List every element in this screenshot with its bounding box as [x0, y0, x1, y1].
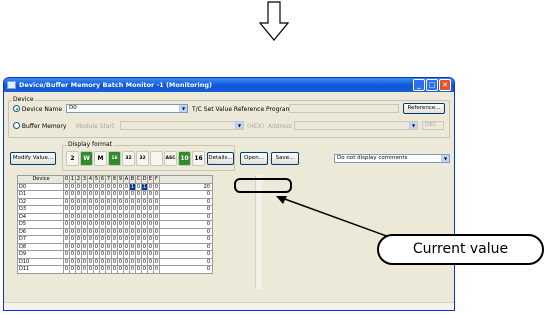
current-value-highlight	[234, 178, 292, 193]
buffer-memory-radio[interactable]	[13, 122, 20, 129]
current-value-cell[interactable]: 0	[159, 257, 213, 266]
app-icon	[7, 81, 16, 89]
device-name-input[interactable]: D0 ▼	[66, 104, 188, 113]
grid-header-cell: Device	[17, 175, 64, 184]
real-number-button[interactable]	[150, 151, 163, 166]
current-value-cell[interactable]: 0	[159, 242, 213, 251]
modify-value-button[interactable]: Modify Value...	[10, 152, 56, 165]
binary-format-button[interactable]: 2	[66, 151, 79, 166]
current-value-cell[interactable]: 0	[159, 265, 213, 274]
current-value-cell[interactable]: 0	[159, 212, 213, 221]
table-row[interactable]: D2 0 0 0 0 0 0 0 0 0 0 0 0 0 0 0 0 0	[17, 197, 213, 206]
multi-format-button[interactable]: M	[94, 151, 107, 166]
device-cell[interactable]: D9	[17, 250, 64, 259]
word-format-button[interactable]: W	[80, 151, 93, 166]
device-grid: Device 0 1 2 3 4 5 6 7 8 9 A B C D E F D0 0 0 0 0 0 0 0 0 0 0 0 1 0 1 0…	[17, 175, 213, 274]
buffer-memory-radio-label[interactable]: Buffer Memory	[13, 122, 66, 130]
grid-header-row: Device 0 1 2 3 4 5 6 7 8 9 A B C D E F	[17, 175, 213, 184]
device-cell[interactable]: D2	[17, 197, 64, 206]
hex-label: (HEX)	[247, 123, 265, 130]
table-row[interactable]: D10 0 0 0 0 0 0 0 0 0 0 0 0 0 0 0 0 0	[17, 257, 213, 266]
down-arrow-icon	[259, 1, 289, 41]
table-row[interactable]: D3 0 0 0 0 0 0 0 0 0 0 0 0 0 0 0 0 0	[17, 205, 213, 214]
device-cell[interactable]: D1	[17, 190, 64, 199]
title-bar[interactable]: Device/Buffer Memory Batch Monitor -1 (M…	[4, 78, 454, 92]
device-cell[interactable]: D3	[17, 205, 64, 214]
current-value-cell[interactable]: 0	[159, 205, 213, 214]
device-cell[interactable]: D8	[17, 242, 64, 251]
device-cell[interactable]: D5	[17, 220, 64, 229]
address-label: Address	[268, 123, 292, 130]
current-value-cell[interactable]: 0	[159, 190, 213, 199]
table-row[interactable]: D7 0 0 0 0 0 0 0 0 0 0 0 0 0 0 0 0 0	[17, 235, 213, 244]
comment-display-select[interactable]: Do not display comments ▼	[334, 154, 450, 163]
device-cell[interactable]: D6	[17, 227, 64, 236]
current-value-cell[interactable]: 0	[159, 227, 213, 236]
32bit-format-button[interactable]: 32	[122, 151, 135, 166]
address-format-select[interactable]: DEC	[422, 121, 444, 130]
current-value-cell[interactable]: 0	[159, 197, 213, 206]
device-cell[interactable]: D10	[17, 257, 64, 266]
window-title: Device/Buffer Memory Batch Monitor -1 (M…	[19, 81, 212, 89]
device-name-radio[interactable]	[13, 105, 20, 112]
ascii-format-button[interactable]: ASC	[164, 151, 177, 166]
chevron-down-icon[interactable]: ▼	[235, 122, 243, 129]
module-start-label: Module Start	[76, 123, 115, 130]
current-value-cell[interactable]: 0	[159, 250, 213, 259]
current-value-cell[interactable]: 0	[159, 220, 213, 229]
32bit-float-button[interactable]: 32	[136, 151, 149, 166]
tc-reference-input[interactable]	[289, 104, 399, 113]
chevron-down-icon[interactable]: ▼	[441, 155, 449, 162]
details-button[interactable]: Details...	[207, 152, 234, 165]
address-input[interactable]: ▼	[294, 121, 418, 130]
device-group-title: Device	[12, 96, 35, 103]
device-cell[interactable]: D4	[17, 212, 64, 221]
maximize-button[interactable]: □	[426, 79, 438, 91]
table-row[interactable]: D5 0 0 0 0 0 0 0 0 0 0 0 0 0 0 0 0 0	[17, 220, 213, 229]
table-row[interactable]: D1 0 0 0 0 0 0 0 0 0 0 0 0 0 0 0 0 0	[17, 190, 213, 199]
device-cell[interactable]: D0	[17, 182, 64, 191]
reference-button[interactable]: Reference...	[403, 103, 445, 114]
table-row[interactable]: D9 0 0 0 0 0 0 0 0 0 0 0 0 0 0 0 0 0	[17, 250, 213, 259]
decimal-format-button[interactable]: 10	[178, 151, 191, 166]
device-cell[interactable]: D11	[17, 265, 64, 274]
hex-format-button[interactable]: 16	[192, 151, 205, 166]
module-start-input[interactable]: ▼	[120, 121, 244, 130]
table-row[interactable]: D8 0 0 0 0 0 0 0 0 0 0 0 0 0 0 0 0 0	[17, 242, 213, 251]
minimize-button[interactable]: _	[413, 79, 425, 91]
current-value-cell[interactable]: 0	[159, 235, 213, 244]
open-button[interactable]: Open...	[240, 152, 268, 165]
chevron-down-icon[interactable]: ▼	[409, 122, 417, 129]
device-name-radio-label[interactable]: Device Name	[13, 105, 62, 113]
table-row[interactable]: D6 0 0 0 0 0 0 0 0 0 0 0 0 0 0 0 0 0	[17, 227, 213, 236]
current-value-cell[interactable]: 20	[159, 182, 213, 191]
tc-reference-label: T/C Set Value Reference Program	[192, 106, 292, 113]
table-row[interactable]: D0 0 0 0 0 0 0 0 0 0 0 0 1 0 1 0 0 20	[17, 182, 213, 191]
horizontal-scrollbar[interactable]	[4, 302, 454, 310]
table-row[interactable]: D11 0 0 0 0 0 0 0 0 0 0 0 0 0 0 0 0 0	[17, 265, 213, 274]
device-cell[interactable]: D7	[17, 235, 64, 244]
display-format-title: Display format	[67, 141, 114, 148]
table-row[interactable]: D4 0 0 0 0 0 0 0 0 0 0 0 0 0 0 0 0 0	[17, 212, 213, 221]
current-value-callout: Current value	[377, 234, 544, 265]
16bit-format-button[interactable]: 16	[108, 151, 121, 166]
save-button[interactable]: Save...	[271, 152, 299, 165]
grid-header-cell	[159, 175, 213, 184]
close-button[interactable]: ✕	[439, 79, 451, 91]
chevron-down-icon[interactable]: ▼	[179, 105, 187, 112]
